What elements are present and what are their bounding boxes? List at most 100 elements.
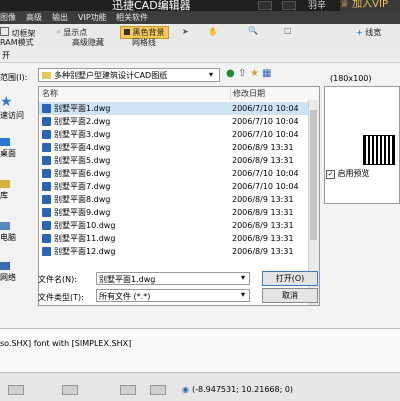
open-button[interactable]: 打开(O) (262, 271, 318, 286)
file-row[interactable]: 别墅平面12.dwg 2006/8/9 13:31 (39, 245, 309, 258)
place-library[interactable]: 库 (0, 180, 10, 201)
background-icon (124, 29, 130, 35)
vip-button[interactable]: ♕ 加入VIP (340, 0, 400, 11)
cad-file-icon (42, 104, 51, 113)
hand-icon: ✋ (208, 27, 218, 36)
file-date: 2006/8/9 13:31 (232, 208, 294, 217)
filetype-dropdown[interactable]: 所有文件 (*.*) ▾ (96, 289, 250, 302)
file-row[interactable]: 别墅平面1.dwg 2006/7/10 10:04 (39, 102, 309, 115)
file-row[interactable]: 别墅平面5.dwg 2006/8/9 13:31 (39, 154, 309, 167)
file-row[interactable]: 别墅平面6.dwg 2006/7/10 10:04 (39, 167, 309, 180)
tool-ram-label[interactable]: RAM模式 (0, 37, 34, 48)
file-name: 别墅平面8.dwg (54, 195, 111, 204)
file-date: 2006/8/9 13:31 (232, 247, 294, 256)
column-name-header[interactable]: 名称 (39, 87, 230, 100)
back-icon[interactable]: ● (226, 68, 235, 79)
drawing-thumbnail (363, 135, 395, 165)
tool-select[interactable]: ➤ (182, 27, 189, 36)
tool-lineweight[interactable]: + 线宽 (356, 27, 381, 38)
cad-file-icon (42, 169, 51, 178)
menu-advanced[interactable]: 高级 (26, 12, 42, 23)
place-quick-access[interactable]: ★ 速访问 (0, 94, 24, 121)
menu-output[interactable]: 输出 (52, 12, 68, 23)
file-date: 2006/7/10 10:04 (232, 182, 299, 191)
place-quick-access-label: 速访问 (0, 111, 24, 120)
preview-size: (180x100) (330, 74, 372, 83)
star-icon: ★ (0, 94, 13, 110)
minimize-button[interactable] (282, 1, 296, 10)
status-button-2[interactable] (62, 385, 78, 395)
filetype-label: 文件类型(T): (38, 293, 84, 302)
place-desktop[interactable]: 桌面 (0, 138, 16, 159)
network-icon (0, 262, 10, 270)
file-date: 2006/7/10 10:04 (232, 104, 299, 113)
tool-grid-label[interactable]: 网格线 (132, 37, 156, 48)
command-console: so.SHX] font with [SIMPLEX.SHX] (0, 328, 400, 373)
tool-hide-label[interactable]: 高级隐藏 (72, 37, 104, 48)
cad-file-icon (42, 234, 51, 243)
user-name[interactable]: 羽辛 (308, 0, 326, 11)
toolbar: 切框架 ◦ 显示点 黑色背景 ➤ ✋ 🔍 ▢ + 线宽 RAM模式 高级隐藏 网… (0, 24, 400, 49)
filetype-value: 所有文件 (*.*) (99, 292, 151, 301)
file-name: 别墅平面1.dwg (54, 104, 111, 113)
file-row[interactable]: 别墅平面2.dwg 2006/7/10 10:04 (39, 115, 309, 128)
vip-label: 加入VIP (352, 0, 388, 10)
file-name: 别墅平面9.dwg (54, 208, 111, 217)
column-date-header[interactable]: 修改日期 (230, 87, 319, 100)
status-button-4[interactable] (150, 385, 166, 395)
menu-related[interactable]: 相关软件 (116, 12, 148, 23)
cancel-button[interactable]: 取消 (262, 288, 318, 303)
up-folder-icon[interactable]: ⇧ (238, 68, 246, 79)
places-bar: ★ 速访问 桌面 库 电脑 网络 (0, 86, 34, 306)
restore-button[interactable] (258, 1, 272, 10)
file-row[interactable]: 别墅平面10.dwg 2006/8/9 13:31 (39, 219, 309, 232)
zoom-icon: 🔍 (248, 26, 258, 35)
console-line: so.SHX] font with [SIMPLEX.SHX] (0, 339, 132, 348)
preview-pane (324, 86, 400, 204)
file-row[interactable]: 别墅平面9.dwg 2006/8/9 13:31 (39, 206, 309, 219)
tool-lineweight-label: 线宽 (365, 28, 382, 37)
dialog-title: 开 (2, 51, 10, 60)
desktop-icon (0, 138, 10, 146)
filename-label: 文件名(N): (38, 275, 77, 284)
new-folder-icon[interactable]: ★ (250, 68, 259, 79)
place-network-label: 网络 (0, 273, 16, 282)
view-menu-icon[interactable]: ▦ (262, 68, 271, 79)
cad-file-icon (42, 156, 51, 165)
place-computer-label: 电脑 (0, 233, 16, 242)
status-button-1[interactable] (8, 385, 24, 395)
file-row[interactable]: 别墅平面11.dwg 2006/8/9 13:31 (39, 232, 309, 245)
file-date: 2006/7/10 10:04 (232, 117, 299, 126)
place-desktop-label: 桌面 (0, 149, 16, 158)
place-computer[interactable]: 电脑 (0, 222, 16, 243)
file-name: 别墅平面6.dwg (54, 169, 111, 178)
cursor-icon: ➤ (182, 27, 189, 36)
file-row[interactable]: 别墅平面3.dwg 2006/7/10 10:04 (39, 128, 309, 141)
file-name: 别墅平面2.dwg (54, 117, 111, 126)
status-bar: ◉ (-8.947531; 10.21668; 0) (0, 372, 400, 401)
status-button-3[interactable] (120, 385, 136, 395)
place-network[interactable]: 网络 (0, 262, 16, 283)
enable-preview-checkbox[interactable]: ✓ 启用预览 (326, 168, 370, 179)
lookin-dropdown[interactable]: 多种别墅户型建筑设计CAD图纸 ▾ (38, 68, 220, 82)
menu-image[interactable]: 图像 (0, 12, 16, 23)
tool-zoom-window[interactable]: ▢ (284, 26, 292, 35)
cad-file-icon (42, 117, 51, 126)
library-icon (0, 180, 10, 188)
tool-zoom[interactable]: 🔍 (248, 26, 258, 35)
file-row[interactable]: 别墅平面7.dwg 2006/7/10 10:04 (39, 180, 309, 193)
tool-show-points-label: 显示点 (63, 28, 88, 37)
file-row[interactable]: 别墅平面4.dwg 2006/8/9 13:31 (39, 141, 309, 154)
filename-input[interactable]: 别墅平面1.dwg ▾ (96, 272, 250, 285)
scrollbar-thumb[interactable] (310, 110, 317, 240)
file-row[interactable]: 别墅平面8.dwg 2006/8/9 13:31 (39, 193, 309, 206)
file-date: 2006/8/9 13:31 (232, 156, 294, 165)
plus-icon: + (356, 28, 363, 37)
file-name: 别墅平面11.dwg (54, 234, 116, 243)
file-name: 别墅平面3.dwg (54, 130, 111, 139)
file-name: 别墅平面12.dwg (54, 247, 116, 256)
menu-vip[interactable]: VIP功能 (78, 12, 107, 23)
tool-hand[interactable]: ✋ (208, 27, 218, 36)
chevron-down-icon: ▾ (241, 290, 246, 299)
coordinates-readout: (-8.947531; 10.21668; 0) (192, 385, 294, 394)
